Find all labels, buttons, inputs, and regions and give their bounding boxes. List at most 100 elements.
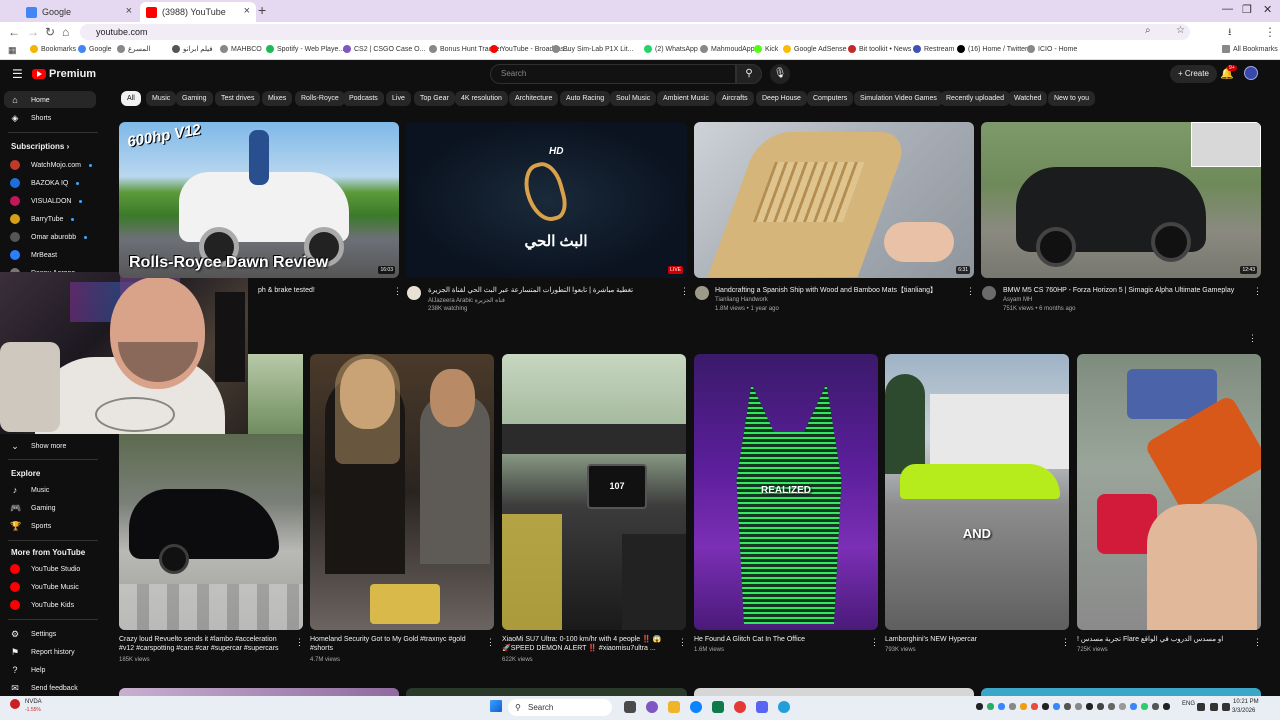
all-bookmarks[interactable]: All Bookmarks — [1222, 45, 1278, 53]
more-options-icon[interactable]: ⋮ — [295, 637, 304, 648]
chip-podcasts[interactable]: Podcasts — [343, 91, 384, 106]
close-window-icon[interactable]: ✕ — [1263, 3, 1272, 16]
new-tab-button[interactable]: + — [258, 2, 266, 18]
sidebar-subscription[interactable]: VISUALDON — [10, 196, 83, 206]
show-more-button[interactable]: ⌄ Show more — [10, 441, 66, 451]
bookmark-item[interactable]: CS2 | CSGO Case O... — [343, 45, 425, 53]
clock-time[interactable]: 10:21 PM — [1233, 699, 1259, 705]
short-thumbnail[interactable] — [1077, 354, 1261, 630]
bookmark-item[interactable]: المسرع — [117, 45, 150, 53]
sidebar-item-music[interactable]: ♪ Music — [10, 485, 50, 495]
more-options-icon[interactable]: ⋮ — [870, 637, 879, 648]
bookmark-item[interactable]: Buy Sim-Lab P1X Lit... — [552, 45, 633, 53]
more-options-icon[interactable]: ⋮ — [393, 286, 402, 297]
sidebar-item-settings[interactable]: ⚙ Settings — [10, 629, 56, 639]
chip-music[interactable]: Music — [146, 91, 177, 106]
back-icon[interactable]: ← — [8, 25, 20, 39]
short-title[interactable]: Lamborghini's NEW Hypercar — [885, 635, 1053, 644]
more-options-icon[interactable]: ⋮ — [486, 637, 495, 648]
chip-rolls-royce[interactable]: Rolls-Royce — [295, 91, 345, 106]
windows-start-icon[interactable] — [490, 700, 502, 712]
sidebar-item-home[interactable]: ⌂ Home — [10, 95, 49, 105]
chip-ambient-music[interactable]: Ambient Music — [657, 91, 715, 106]
video-thumbnail[interactable]: 12:43 — [981, 122, 1261, 278]
tray-icon[interactable] — [1086, 703, 1093, 710]
bookmark-item[interactable]: Restream — [913, 45, 954, 53]
tray-icon[interactable] — [1053, 703, 1060, 710]
sidebar-item-gaming[interactable]: 🎮 Gaming — [10, 503, 56, 513]
language-indicator[interactable]: ENG — [1182, 701, 1195, 707]
tray-icon[interactable] — [998, 703, 1005, 710]
voice-search-button[interactable]: 🎙 — [770, 64, 790, 84]
tab-google[interactable]: Google × — [20, 2, 138, 22]
reload-icon[interactable]: ↻ — [45, 25, 55, 39]
chip-mixes[interactable]: Mixes — [262, 91, 293, 106]
sidebar-item-youtube-studio[interactable]: YouTube Studio — [10, 564, 80, 574]
tray-icon[interactable] — [1163, 703, 1170, 710]
chip-test-drives[interactable]: Test drives — [215, 91, 261, 106]
sidebar-item-send-feedback[interactable]: ✉ Send feedback — [10, 683, 77, 693]
short-title[interactable]: او مسدس الدروب في الواقع Flare تجربة مسد… — [1077, 635, 1245, 644]
sidebar-item-help[interactable]: ? Help — [10, 665, 45, 675]
wifi-icon[interactable] — [1197, 703, 1205, 711]
video-thumbnail[interactable]: HD البث الحي LIVE — [406, 122, 687, 278]
store-icon[interactable] — [712, 701, 724, 713]
tray-icon[interactable] — [987, 703, 994, 710]
chip-all[interactable]: All — [121, 91, 141, 106]
sidebar-item-shorts[interactable]: ◈ Shorts — [10, 113, 52, 123]
bookmark-item[interactable]: MAHBCO — [220, 45, 262, 53]
chip-gaming[interactable]: Gaming — [176, 91, 213, 106]
more-options-icon[interactable]: ⋮ — [680, 286, 689, 297]
short-thumbnail[interactable] — [310, 354, 494, 630]
home-icon[interactable]: ⌂ — [62, 25, 69, 39]
telegram-icon[interactable] — [778, 701, 790, 713]
edge-icon[interactable] — [690, 701, 702, 713]
tray-icon[interactable] — [1042, 703, 1049, 710]
channel-avatar[interactable] — [982, 286, 996, 300]
bookmark-item[interactable]: Bit toolkit • News — [848, 45, 911, 53]
menu-icon[interactable]: ⋮ — [1264, 25, 1276, 39]
short-title[interactable]: He Found A Glitch Cat In The Office — [694, 635, 862, 644]
stock-ticker[interactable]: NVDA — [25, 699, 42, 705]
tray-icon[interactable] — [1031, 703, 1038, 710]
bookmark-item[interactable]: Bookmarks — [30, 45, 76, 53]
video-title[interactable]: Handcrafting a Spanish Ship with Wood an… — [715, 286, 965, 295]
battery-icon[interactable] — [1222, 703, 1230, 711]
video-title[interactable]: ph & brake tested! — [258, 286, 388, 295]
chip-new-to-you[interactable]: New to you — [1048, 91, 1096, 106]
bookmark-item[interactable]: ICIO - Home — [1027, 45, 1077, 53]
chrome-icon[interactable] — [734, 701, 746, 713]
tray-icon[interactable] — [1064, 703, 1071, 710]
bookmark-item[interactable]: (16) Home / Twitter — [957, 45, 1027, 53]
bookmark-item[interactable]: Google — [78, 45, 112, 53]
tray-icon[interactable] — [1108, 703, 1115, 710]
channel-name[interactable]: Asyam MH — [1003, 297, 1032, 303]
task-view-icon[interactable] — [624, 701, 636, 713]
tab-youtube[interactable]: (3988) YouTube × — [140, 2, 256, 22]
video-title[interactable]: BMW M5 CS 760HP - Forza Horizon 5 | Sima… — [1003, 286, 1253, 295]
close-icon[interactable]: × — [126, 5, 132, 17]
short-thumbnail[interactable]: AND — [885, 354, 1069, 630]
download-icon[interactable]: ⭳ — [1228, 25, 1232, 42]
sidebar-subscription[interactable]: BarryTube — [10, 214, 75, 224]
tray-icon[interactable] — [1119, 703, 1126, 710]
sidebar-item-youtube-kids[interactable]: YouTube Kids — [10, 600, 74, 610]
bookmark-item[interactable]: MahmoudApps — [700, 45, 758, 53]
account-avatar[interactable] — [1244, 66, 1258, 80]
tray-icon[interactable] — [1130, 703, 1137, 710]
short-title[interactable]: Homeland Security Got to My Gold #traxny… — [310, 635, 478, 653]
chip-top-gear[interactable]: Top Gear — [414, 91, 455, 106]
chip-simulation-video-games[interactable]: Simulation Video Games — [854, 91, 943, 106]
chip-recently-uploaded[interactable]: Recently uploaded — [940, 91, 1010, 106]
short-thumbnail[interactable] — [119, 434, 303, 630]
subscriptions-heading[interactable]: Subscriptions › — [11, 142, 69, 151]
more-options-icon[interactable]: ⋮ — [1253, 286, 1262, 297]
apps-icon[interactable]: ▦ — [8, 45, 17, 56]
chip-auto-racing[interactable]: Auto Racing — [560, 91, 611, 106]
more-options-icon[interactable]: ⋮ — [1061, 637, 1070, 648]
bookmark-item[interactable]: Google AdSense — [783, 45, 847, 53]
short-thumbnail[interactable]: 107 — [502, 354, 686, 630]
sidebar-item-sports[interactable]: 🏆 Sports — [10, 521, 51, 531]
url-input[interactable]: youtube.com — [80, 24, 1190, 40]
channel-avatar[interactable] — [407, 286, 421, 300]
